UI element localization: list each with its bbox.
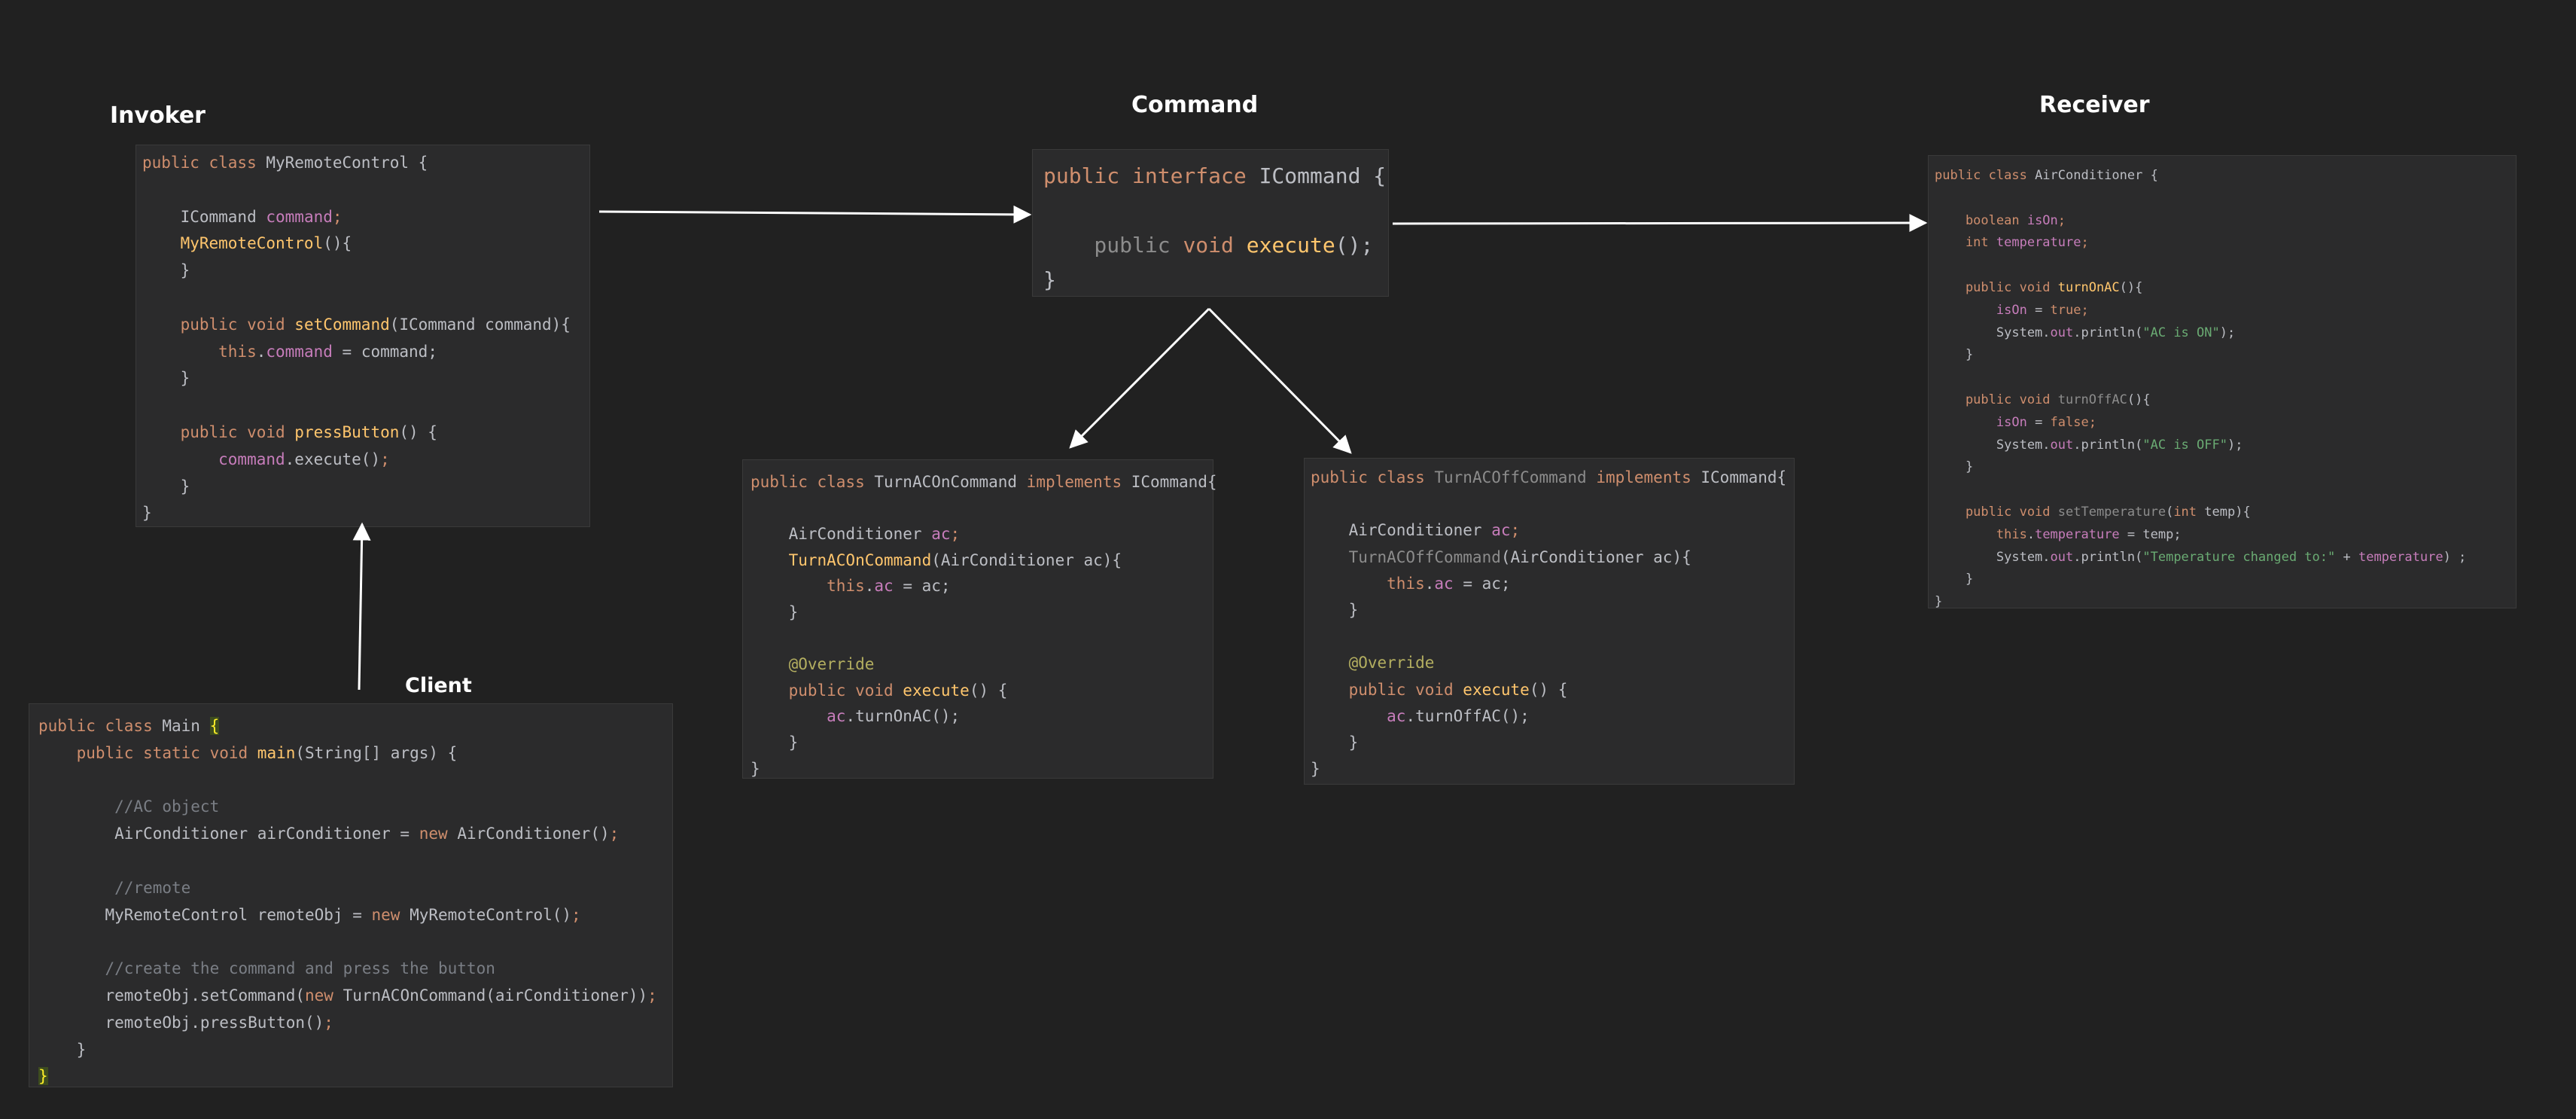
- command-to-on-command-arrow: [1069, 307, 1210, 449]
- invoker-to-command-arrow: [598, 205, 1032, 224]
- client-to-invoker-arrow: [352, 522, 371, 691]
- command-to-receiver-arrow: [1392, 214, 1928, 233]
- command-to-off-command-arrow: [1207, 307, 1352, 454]
- relationship-arrows: [352, 205, 1928, 691]
